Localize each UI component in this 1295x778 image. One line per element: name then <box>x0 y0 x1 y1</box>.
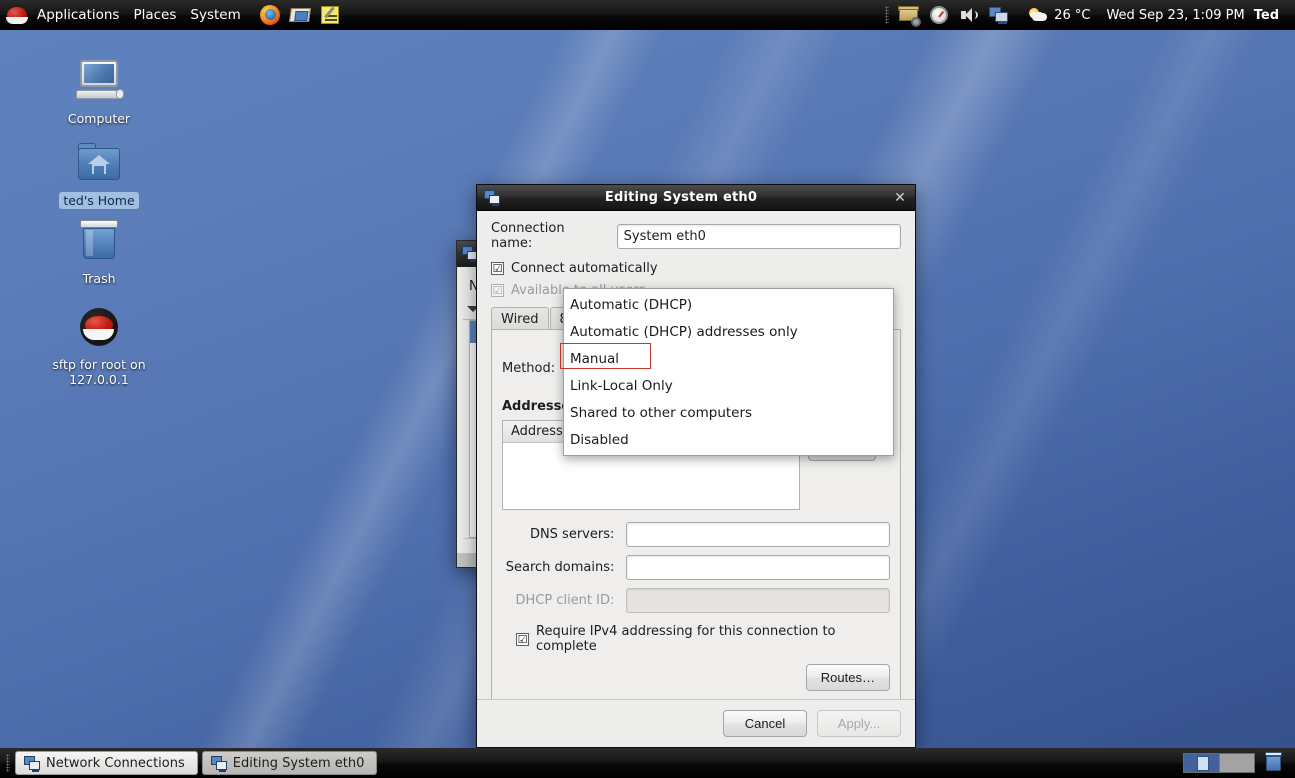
dns-servers-label: DNS servers: <box>502 527 626 542</box>
firefox-launcher-icon[interactable] <box>258 3 282 27</box>
sftp-redhat-icon <box>72 304 126 352</box>
connect-automatically-checkbox[interactable]: ☑ <box>491 262 504 275</box>
desktop-screen: Applications Places System <box>0 0 1295 778</box>
temperature-indicator[interactable]: 26 °C <box>1051 8 1093 23</box>
computer-icon <box>72 58 126 106</box>
routes-row: Routes… <box>502 664 890 691</box>
search-domains-label: Search domains: <box>502 560 626 575</box>
desktop-icon-trash[interactable]: Trash <box>44 218 154 287</box>
require-ipv4-row[interactable]: ☑ Require IPv4 addressing for this conne… <box>502 624 890 654</box>
dns-servers-input[interactable] <box>626 522 890 547</box>
workspace-window-thumbnail <box>1197 756 1209 771</box>
taskbar-network-connections-label: Network Connections <box>46 756 185 771</box>
places-menu[interactable]: Places <box>126 0 183 30</box>
method-dropdown-menu[interactable]: Automatic (DHCP) Automatic (DHCP) addres… <box>563 288 894 456</box>
user-menu[interactable]: Ted <box>1248 8 1287 23</box>
menu-item-shared-to-other-computers[interactable]: Shared to other computers <box>564 399 893 426</box>
dialog-titlebar[interactable]: Editing System eth0 ✕ <box>477 185 915 211</box>
package-updater-icon[interactable] <box>897 3 921 27</box>
top-panel: Applications Places System <box>0 0 1295 30</box>
connection-name-input[interactable]: System eth0 <box>617 224 901 249</box>
search-domains-input[interactable] <box>626 555 890 580</box>
menu-item-automatic-dhcp-addresses-only[interactable]: Automatic (DHCP) addresses only <box>564 318 893 345</box>
addresses-column-address[interactable]: Address <box>503 421 572 443</box>
trash-icon <box>72 218 126 266</box>
menu-item-manual[interactable]: Manual <box>564 345 893 372</box>
taskbar-grip-handle[interactable] <box>6 754 10 772</box>
system-tray: 26 °C Wed Sep 23, 1:09 PM Ted <box>885 0 1295 30</box>
bottom-panel: Network Connections Editing System eth0 <box>0 748 1295 778</box>
network-monitor-icon[interactable] <box>987 3 1011 27</box>
desktop-icon-trash-label: Trash <box>78 270 119 287</box>
dialog-title: Editing System eth0 <box>477 190 885 205</box>
desktop-icon-computer[interactable]: Computer <box>44 58 154 127</box>
workspace-2[interactable] <box>1219 754 1255 772</box>
desktop-icon-home-label: ted's Home <box>59 192 138 209</box>
apply-button: Apply... <box>817 710 901 737</box>
desktop-icon-computer-label: Computer <box>64 110 134 127</box>
dns-servers-row: DNS servers: <box>502 522 890 547</box>
dhcp-client-id-label: DHCP client ID: <box>502 593 626 608</box>
workspace-switcher[interactable] <box>1183 753 1255 773</box>
network-connections-icon <box>483 189 501 207</box>
tray-grip-handle[interactable] <box>885 6 889 24</box>
applications-menu[interactable]: Applications <box>30 0 126 30</box>
menu-item-automatic-dhcp[interactable]: Automatic (DHCP) <box>564 291 893 318</box>
close-icon[interactable]: ✕ <box>885 185 915 211</box>
search-domains-row: Search domains: <box>502 555 890 580</box>
dialog-content: Connection name: System eth0 ☑ Connect a… <box>477 211 915 711</box>
require-ipv4-label: Require IPv4 addressing for this connect… <box>536 624 890 654</box>
menu-item-disabled[interactable]: Disabled <box>564 426 893 453</box>
routes-button[interactable]: Routes… <box>806 664 890 691</box>
connect-automatically-row[interactable]: ☑ Connect automatically <box>491 261 901 276</box>
taskbar-editing-system-eth0-label: Editing System eth0 <box>233 756 365 771</box>
connection-name-row: Connection name: System eth0 <box>491 221 901 251</box>
gedit-launcher-icon[interactable] <box>318 3 342 27</box>
trash-applet-icon[interactable] <box>1263 752 1285 774</box>
sun-cloud-icon <box>1028 5 1048 25</box>
bottom-panel-right <box>1183 752 1295 774</box>
connect-automatically-label: Connect automatically <box>511 261 658 276</box>
cancel-button[interactable]: Cancel <box>723 710 807 737</box>
home-folder-icon <box>72 140 126 188</box>
connection-name-label: Connection name: <box>491 221 605 251</box>
require-ipv4-checkbox[interactable]: ☑ <box>516 633 529 646</box>
clock-indicator[interactable]: Wed Sep 23, 1:09 PM <box>1103 8 1247 23</box>
network-connections-icon <box>210 755 227 772</box>
desktop-icon-sftp-label: sftp for root on 127.0.0.1 <box>44 356 154 388</box>
workspace-1[interactable] <box>1184 754 1219 772</box>
tab-wired[interactable]: Wired <box>491 307 549 330</box>
evolution-mail-launcher-icon[interactable] <box>288 3 312 27</box>
volume-speaker-icon[interactable] <box>957 3 981 27</box>
redhat-logo-icon[interactable] <box>6 5 28 25</box>
dhcp-client-id-input <box>626 588 890 613</box>
taskbar-network-connections[interactable]: Network Connections <box>15 751 198 775</box>
desktop-icon-sftp[interactable]: sftp for root on 127.0.0.1 <box>44 304 154 388</box>
network-connections-icon <box>23 755 40 772</box>
dialog-action-area: Cancel Apply... <box>477 699 915 747</box>
available-all-users-checkbox: ☑ <box>491 284 504 297</box>
system-menu[interactable]: System <box>183 0 247 30</box>
menu-item-link-local-only[interactable]: Link-Local Only <box>564 372 893 399</box>
taskbar-editing-system-eth0[interactable]: Editing System eth0 <box>202 751 378 775</box>
system-monitor-gauge-icon[interactable] <box>927 3 951 27</box>
editing-connection-dialog[interactable]: Editing System eth0 ✕ Connection name: S… <box>476 184 916 748</box>
desktop-icon-home[interactable]: ted's Home <box>44 140 154 209</box>
dhcp-client-id-row: DHCP client ID: <box>502 588 890 613</box>
